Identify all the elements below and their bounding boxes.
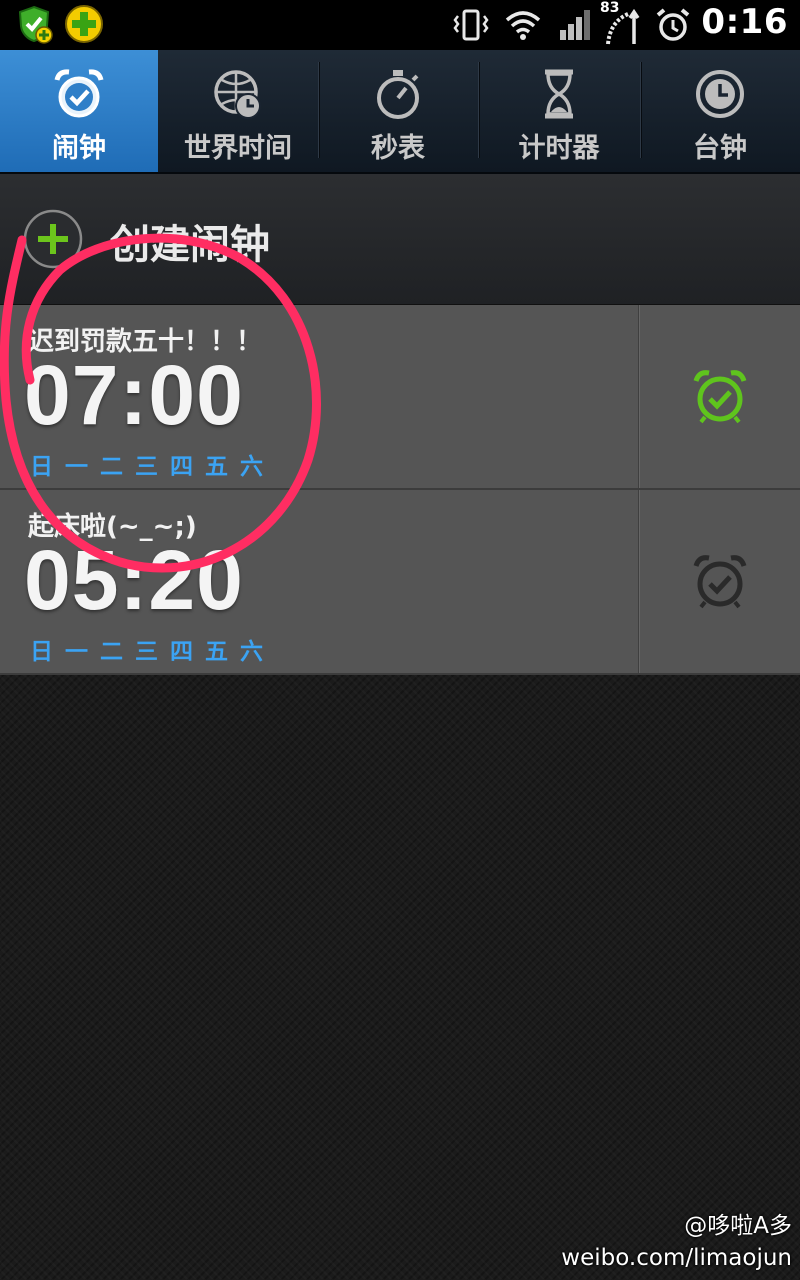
alarm-toggle[interactable]: [639, 305, 800, 488]
alarm-item[interactable]: 迟到罚款五十！！！ 07:00 日 一 二 三 四 五 六: [0, 305, 800, 490]
day-label: 一: [65, 454, 88, 480]
tab-alarm[interactable]: 闹钟: [0, 50, 158, 172]
day-label: 四: [170, 639, 193, 665]
day-label: 五: [205, 639, 228, 665]
watermark-url: weibo.com/limaojun: [561, 1245, 792, 1271]
notification-icons: [14, 4, 104, 46]
day-label: 二: [100, 639, 123, 665]
alarm-disabled-icon: [693, 555, 747, 609]
tab-world-clock[interactable]: 世界时间: [158, 50, 318, 172]
alarm-item[interactable]: 起床啦(~_~;) 05:20 日 一 二 三 四 五 六: [0, 490, 800, 675]
alarm-repeat-days: 日 一 二 三 四 五 六: [30, 632, 263, 666]
tab-timer[interactable]: 计时器: [478, 50, 640, 172]
day-label: 日: [30, 639, 53, 665]
tab-label: 秒表: [371, 133, 425, 164]
tab-bar: 闹钟 世界时间 秒表 计时器 台钟: [0, 50, 800, 174]
day-label: 四: [170, 454, 193, 480]
alarm-app-screen: 83 0:16 闹钟 世界时间 秒表 计时器 台钟 创建闹钟 迟到罚款五十！！！…: [0, 0, 800, 1280]
day-label: 一: [65, 639, 88, 665]
stopwatch-icon: [377, 70, 419, 119]
alarm-repeat-days: 日 一 二 三 四 五 六: [30, 447, 263, 481]
tab-desk-clock[interactable]: 台钟: [640, 50, 800, 172]
alarm-toggle[interactable]: [639, 490, 800, 673]
create-alarm-button[interactable]: 创建闹钟: [0, 174, 800, 305]
day-label: 五: [205, 454, 228, 480]
tab-label: 世界时间: [184, 133, 292, 164]
tab-stopwatch[interactable]: 秒表: [318, 50, 478, 172]
alarm-details[interactable]: 迟到罚款五十！！！ 07:00 日 一 二 三 四 五 六: [0, 305, 638, 488]
tab-label: 闹钟: [52, 133, 106, 164]
add-app-icon[interactable]: [64, 4, 104, 44]
watermark-author: @哆啦A多: [684, 1213, 792, 1239]
create-alarm-label: 创建闹钟: [110, 222, 270, 268]
tab-label: 台钟: [693, 133, 747, 164]
alarm-time: 05:20: [24, 533, 244, 627]
status-bar: 83 0:16: [0, 0, 800, 50]
battery-icon: [606, 8, 640, 45]
security-app-icon[interactable]: [14, 4, 54, 44]
day-label: 日: [30, 454, 53, 480]
day-label: 三: [135, 454, 158, 480]
watermark: @哆啦A多 weibo.com/limaojun: [561, 1210, 792, 1274]
day-label: 六: [240, 454, 263, 480]
world-clock-icon: [214, 70, 261, 119]
day-label: 六: [240, 639, 263, 665]
alarm-enabled-icon: [693, 370, 747, 424]
alarm-time: 07:00: [24, 348, 244, 442]
vibrate-icon: [453, 9, 489, 41]
alarm-icon: [656, 8, 690, 41]
desk-clock-icon: [696, 70, 744, 118]
add-icon: [23, 209, 83, 269]
hourglass-icon: [545, 69, 573, 119]
alarm-details[interactable]: 起床啦(~_~;) 05:20 日 一 二 三 四 五 六: [0, 490, 638, 673]
signal-icon: [560, 10, 590, 40]
day-label: 二: [100, 454, 123, 480]
tab-label: 计时器: [518, 133, 600, 164]
day-label: 三: [135, 639, 158, 665]
wifi-icon: [505, 11, 541, 40]
status-time: 0:16: [701, 2, 788, 42]
alarm-clock-icon: [54, 69, 104, 118]
